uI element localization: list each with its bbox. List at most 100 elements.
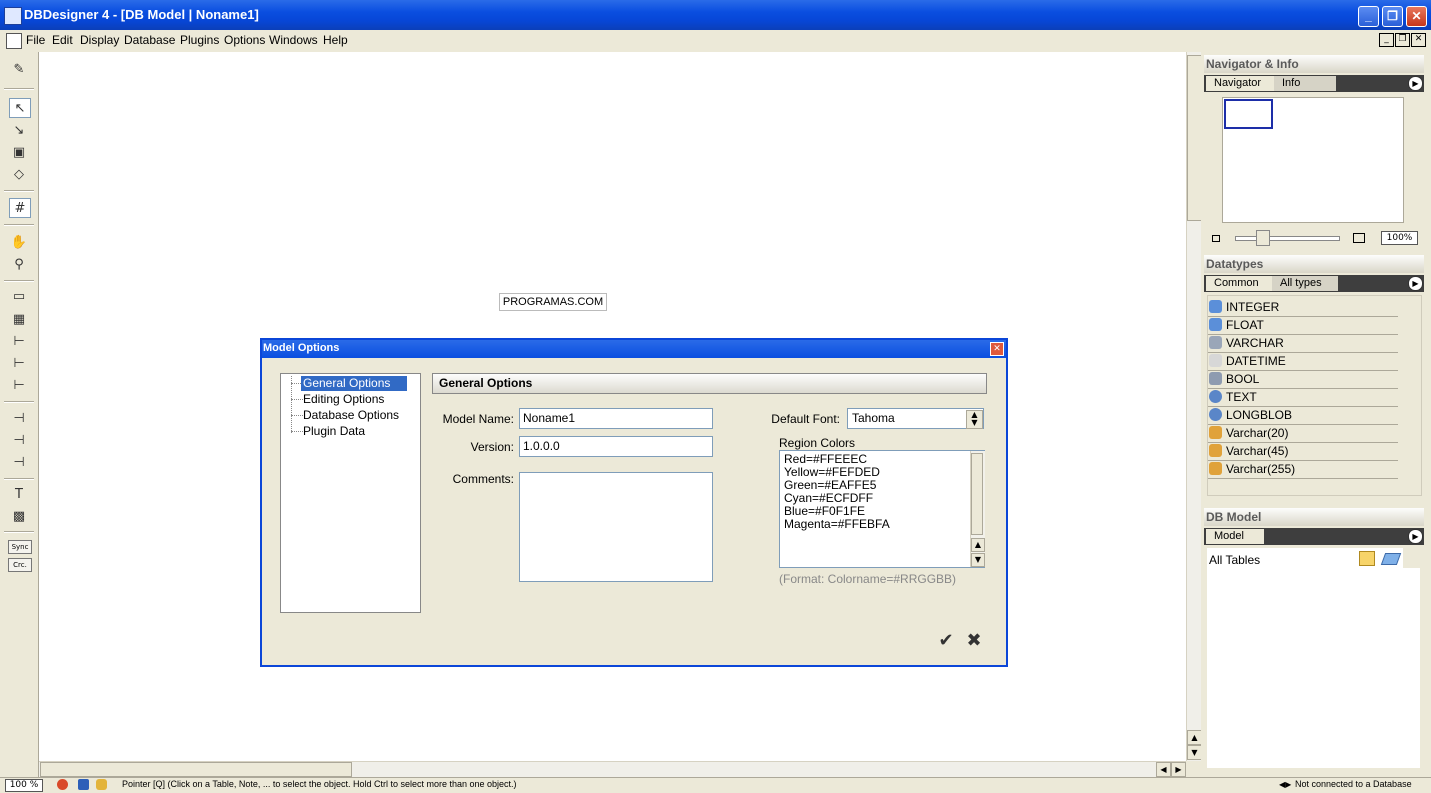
font-select-spinner[interactable]: ▲ ▼ bbox=[966, 410, 983, 429]
new-table-icon[interactable]: ▦ bbox=[9, 310, 29, 328]
sync-button[interactable]: Sync bbox=[8, 540, 32, 554]
varchar-type-icon bbox=[1209, 336, 1222, 349]
database-icon[interactable] bbox=[96, 779, 107, 790]
datatype-item[interactable]: TEXT bbox=[1208, 389, 1398, 407]
datatype-item[interactable]: Varchar(45) bbox=[1208, 443, 1398, 461]
horizontal-scroll-thumb[interactable] bbox=[40, 762, 352, 777]
datatype-item[interactable]: DATETIME bbox=[1208, 353, 1398, 371]
relation-11-icon[interactable]: ⊢ bbox=[9, 354, 29, 372]
datatype-item[interactable]: INTEGER bbox=[1208, 299, 1398, 317]
mdi-close-button[interactable]: ✕ bbox=[1411, 33, 1426, 47]
region-colors-scroll-thumb[interactable] bbox=[971, 453, 983, 535]
toolbar-divider bbox=[4, 280, 34, 282]
menu-plugins[interactable]: Plugins bbox=[180, 33, 219, 47]
zoom-slider[interactable] bbox=[1235, 236, 1340, 241]
tab-navigator[interactable]: Navigator bbox=[1206, 76, 1274, 91]
menu-options[interactable]: Options bbox=[224, 33, 265, 47]
menu-windows[interactable]: Windows bbox=[269, 33, 318, 47]
vertical-scroll-thumb[interactable] bbox=[1187, 55, 1202, 221]
mdi-restore-button[interactable]: ❐ bbox=[1395, 33, 1410, 47]
save-icon[interactable] bbox=[78, 779, 89, 790]
relation-1n-sub-icon[interactable]: ⊣ bbox=[9, 409, 29, 427]
tree-item-plugin-data[interactable]: Plugin Data bbox=[303, 424, 365, 439]
tab-model[interactable]: Model bbox=[1206, 529, 1264, 544]
datatype-label: VARCHAR bbox=[1226, 336, 1284, 350]
scroll-left-button[interactable]: ◀ bbox=[1156, 762, 1171, 777]
scroll-down-button[interactable]: ▼ bbox=[1187, 745, 1202, 760]
zoom-in-icon[interactable] bbox=[1353, 233, 1365, 243]
model-name-input[interactable]: Noname1 bbox=[519, 408, 713, 429]
menu-edit[interactable]: Edit bbox=[52, 33, 73, 47]
datatype-item[interactable]: VARCHAR bbox=[1208, 335, 1398, 353]
grid-tool-icon[interactable]: # bbox=[9, 198, 31, 218]
zoom-out-icon[interactable] bbox=[1212, 235, 1220, 242]
datatype-item[interactable]: Varchar(255) bbox=[1208, 461, 1398, 479]
pointer-tool-icon[interactable]: ↖ bbox=[9, 98, 31, 118]
hand-tool-icon[interactable]: ✋ bbox=[9, 233, 29, 251]
new-table-icon[interactable] bbox=[1359, 551, 1375, 566]
navigator-viewport[interactable] bbox=[1224, 99, 1273, 129]
cancel-x-icon[interactable]: ✖ bbox=[964, 631, 984, 651]
tab-info[interactable]: Info bbox=[1274, 76, 1336, 91]
restore-button[interactable]: ❐ bbox=[1382, 6, 1403, 27]
region-select-icon[interactable]: ▣ bbox=[9, 143, 29, 161]
scroll-right-button[interactable]: ▶ bbox=[1171, 762, 1186, 777]
model-tables-list[interactable] bbox=[1207, 568, 1420, 768]
scroll-up-button[interactable]: ▲ bbox=[1187, 730, 1202, 745]
version-input[interactable]: 1.0.0.0 bbox=[519, 436, 713, 457]
datatype-item[interactable]: BOOL bbox=[1208, 371, 1398, 389]
mdi-minimize-button[interactable]: _ bbox=[1379, 33, 1394, 47]
tree-item-database-options[interactable]: Database Options bbox=[303, 408, 399, 423]
menu-help[interactable]: Help bbox=[323, 33, 348, 47]
db-model-panel-title: DB Model bbox=[1204, 508, 1424, 526]
tree-item-general-options[interactable]: General Options bbox=[301, 376, 407, 391]
scroll-down-button[interactable]: ▼ bbox=[971, 553, 985, 567]
design-mode-icon[interactable]: ✎ bbox=[9, 60, 29, 78]
minimize-button[interactable]: _ bbox=[1358, 6, 1379, 27]
move-tool-icon[interactable]: ↘ bbox=[9, 121, 29, 139]
relation-nm-icon[interactable]: ⊢ bbox=[9, 376, 29, 394]
zoom-slider-handle[interactable] bbox=[1256, 230, 1270, 246]
crc-button[interactable]: Crc. bbox=[8, 558, 32, 572]
dialog-close-icon[interactable]: ✕ bbox=[990, 342, 1004, 356]
menu-file[interactable]: File bbox=[26, 33, 45, 47]
relation-1n-icon[interactable]: ⊢ bbox=[9, 332, 29, 350]
all-tables-node[interactable]: All Tables bbox=[1209, 553, 1260, 567]
comments-textarea[interactable] bbox=[519, 472, 713, 582]
status-message: Pointer [Q] (Click on a Table, Note, ...… bbox=[122, 779, 517, 789]
ok-check-icon[interactable]: ✔ bbox=[936, 631, 956, 651]
tab-common[interactable]: Common bbox=[1206, 276, 1272, 291]
datatype-item[interactable]: LONGBLOB bbox=[1208, 407, 1398, 425]
tab-all-types[interactable]: All types bbox=[1272, 276, 1338, 291]
zoom-tool-icon[interactable]: ⚲ bbox=[9, 255, 29, 273]
tree-item-editing-options[interactable]: Editing Options bbox=[303, 392, 384, 407]
scroll-up-button[interactable]: ▲ bbox=[971, 538, 985, 552]
panel-menu-icon[interactable]: ▶ bbox=[1408, 276, 1423, 291]
datatype-item[interactable]: FLOAT bbox=[1208, 317, 1398, 335]
close-button[interactable]: ✕ bbox=[1406, 6, 1427, 27]
panel-menu-icon[interactable]: ▶ bbox=[1408, 529, 1423, 544]
model-name-label: Model Name: bbox=[442, 412, 514, 426]
relation-nm-sub-icon[interactable]: ⊣ bbox=[9, 453, 29, 471]
image-tool-icon[interactable]: ▩ bbox=[9, 507, 29, 525]
datatype-label: INTEGER bbox=[1226, 300, 1280, 314]
menu-database[interactable]: Database bbox=[124, 33, 175, 47]
model-tabbar: Model bbox=[1204, 528, 1424, 545]
record-icon[interactable] bbox=[57, 779, 68, 790]
relation-11-sub-icon[interactable]: ⊣ bbox=[9, 431, 29, 449]
datatype-item[interactable]: Varchar(20) bbox=[1208, 425, 1398, 443]
datatypes-tabbar: Common All types bbox=[1204, 275, 1424, 292]
status-zoom[interactable]: 100 % bbox=[5, 779, 43, 792]
zoom-value[interactable]: 100% bbox=[1381, 231, 1418, 245]
note-tool-icon[interactable]: T bbox=[9, 485, 29, 503]
datatype-label: Varchar(255) bbox=[1226, 462, 1296, 476]
datatype-label: LONGBLOB bbox=[1226, 408, 1293, 422]
eraser-tool-icon[interactable]: ◇ bbox=[9, 165, 29, 183]
menu-display[interactable]: Display bbox=[80, 33, 119, 47]
tree-line bbox=[291, 376, 292, 433]
panel-menu-icon[interactable]: ▶ bbox=[1408, 76, 1423, 91]
new-region-icon[interactable]: ▭ bbox=[9, 287, 29, 305]
toolbar-divider bbox=[4, 531, 34, 533]
document-icon[interactable] bbox=[6, 33, 22, 49]
default-font-select[interactable]: Tahoma bbox=[847, 408, 984, 429]
